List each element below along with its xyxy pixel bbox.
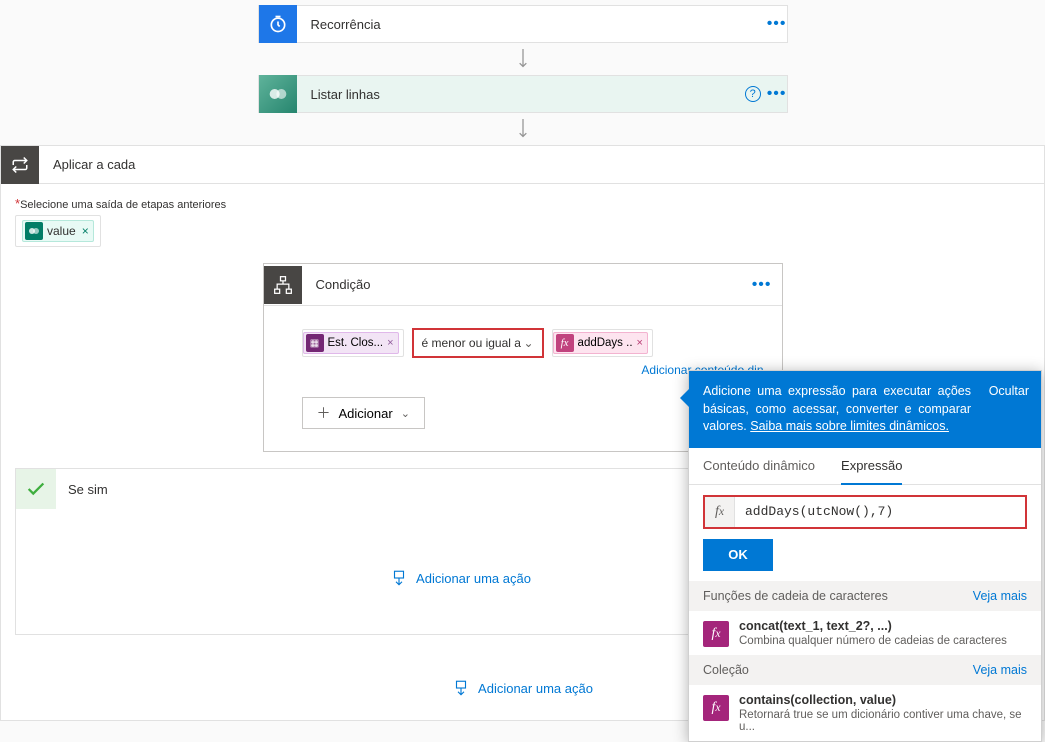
step-title: Aplicar a cada: [53, 157, 1034, 172]
function-description: Retornará true se um dicionário contiver…: [739, 709, 1027, 733]
condition-operator-dropdown[interactable]: é menor ou igual a ⌄: [412, 328, 544, 358]
dataverse-icon: [25, 222, 43, 240]
function-signature: contains(collection, value): [739, 693, 1027, 707]
link-label: Adicionar uma ação: [478, 681, 593, 696]
fx-icon: fx: [703, 621, 729, 647]
chevron-down-icon: ⌄: [523, 336, 533, 350]
operator-label: é menor ou igual a: [422, 336, 521, 350]
entity-icon: ▦: [306, 334, 324, 352]
learn-more-link[interactable]: Saiba mais sobre limites dinâmicos.: [750, 419, 949, 433]
clock-icon: [259, 5, 297, 43]
step-recurrence[interactable]: Recorrência •••: [258, 5, 788, 43]
function-signature: concat(text_1, text_2?, ...): [739, 619, 1007, 633]
token-estclose[interactable]: ▦ Est. Clos... ×: [303, 332, 399, 354]
flyout-header: Adicione uma expressão para executar açõ…: [689, 371, 1041, 448]
see-more-link[interactable]: Veja mais: [973, 589, 1027, 603]
function-contains[interactable]: fx contains(collection, value) Retornará…: [689, 685, 1041, 741]
help-icon[interactable]: ?: [745, 86, 761, 102]
expression-input[interactable]: [735, 504, 1025, 519]
fx-icon: fx: [705, 497, 735, 527]
token-value[interactable]: value ×: [22, 220, 94, 242]
more-icon[interactable]: •••: [767, 85, 787, 103]
section-title: Funções de cadeia de caracteres: [703, 589, 888, 603]
remove-token-icon[interactable]: ×: [387, 337, 393, 349]
section-string-functions: Funções de cadeia de caracteres Veja mai…: [689, 581, 1041, 611]
tab-dynamic-content[interactable]: Conteúdo dinâmico: [703, 448, 815, 484]
add-step-icon: [390, 569, 408, 587]
button-label: Adicionar: [339, 406, 393, 421]
plus-icon: ＋: [317, 403, 331, 423]
more-icon[interactable]: •••: [767, 15, 787, 33]
step-list-rows[interactable]: Listar linhas ? •••: [258, 75, 788, 113]
loop-icon: [1, 146, 39, 184]
foreach-input[interactable]: value ×: [15, 215, 101, 247]
condition-right-operand[interactable]: fx addDays .. ×: [552, 329, 653, 357]
link-label: Adicionar uma ação: [416, 571, 531, 586]
arrow-down-icon: [0, 113, 1045, 145]
expression-input-wrapper: fx: [703, 495, 1027, 529]
branch-title: Se sim: [68, 482, 108, 497]
condition-icon: [264, 266, 302, 304]
flyout-tabs: Conteúdo dinâmico Expressão: [689, 448, 1041, 485]
more-icon[interactable]: •••: [752, 276, 772, 294]
step-title: Listar linhas: [311, 87, 745, 102]
add-step-icon: [452, 679, 470, 697]
field-label: Selecione uma saída de etapas anteriores: [20, 199, 226, 211]
condition-header[interactable]: Condição •••: [264, 264, 782, 306]
ok-button[interactable]: OK: [703, 539, 773, 571]
remove-token-icon[interactable]: ×: [637, 337, 643, 349]
token-label: Est. Clos...: [328, 337, 384, 349]
fx-icon: fx: [556, 334, 574, 352]
foreach-header[interactable]: Aplicar a cada: [1, 146, 1044, 184]
fx-icon: fx: [703, 695, 729, 721]
token-label: value: [47, 224, 76, 238]
condition-left-operand[interactable]: ▦ Est. Clos... ×: [302, 329, 404, 357]
expression-flyout: Adicione uma expressão para executar açõ…: [688, 370, 1042, 742]
tab-expression[interactable]: Expressão: [841, 448, 902, 485]
function-description: Combina qualquer número de cadeias de ca…: [739, 635, 1007, 647]
step-title: Recorrência: [311, 17, 767, 32]
arrow-down-icon: [0, 43, 1045, 75]
section-title: Coleção: [703, 663, 749, 677]
add-action-button[interactable]: Adicionar uma ação: [452, 679, 593, 697]
section-collection: Coleção Veja mais: [689, 655, 1041, 685]
hide-flyout-link[interactable]: Ocultar: [989, 383, 1029, 401]
step-title: Condição: [316, 277, 752, 292]
token-adddays[interactable]: fx addDays .. ×: [553, 332, 648, 354]
chevron-down-icon: ⌄: [401, 407, 410, 420]
add-action-button[interactable]: Adicionar uma ação: [390, 569, 531, 587]
see-more-link[interactable]: Veja mais: [973, 663, 1027, 677]
check-icon: [16, 469, 56, 509]
remove-token-icon[interactable]: ×: [82, 224, 89, 238]
add-condition-button[interactable]: ＋ Adicionar ⌄: [302, 397, 425, 429]
function-concat[interactable]: fx concat(text_1, text_2?, ...) Combina …: [689, 611, 1041, 655]
dataverse-icon: [259, 75, 297, 113]
flyout-caret: [680, 388, 690, 408]
token-label: addDays ..: [578, 337, 633, 349]
